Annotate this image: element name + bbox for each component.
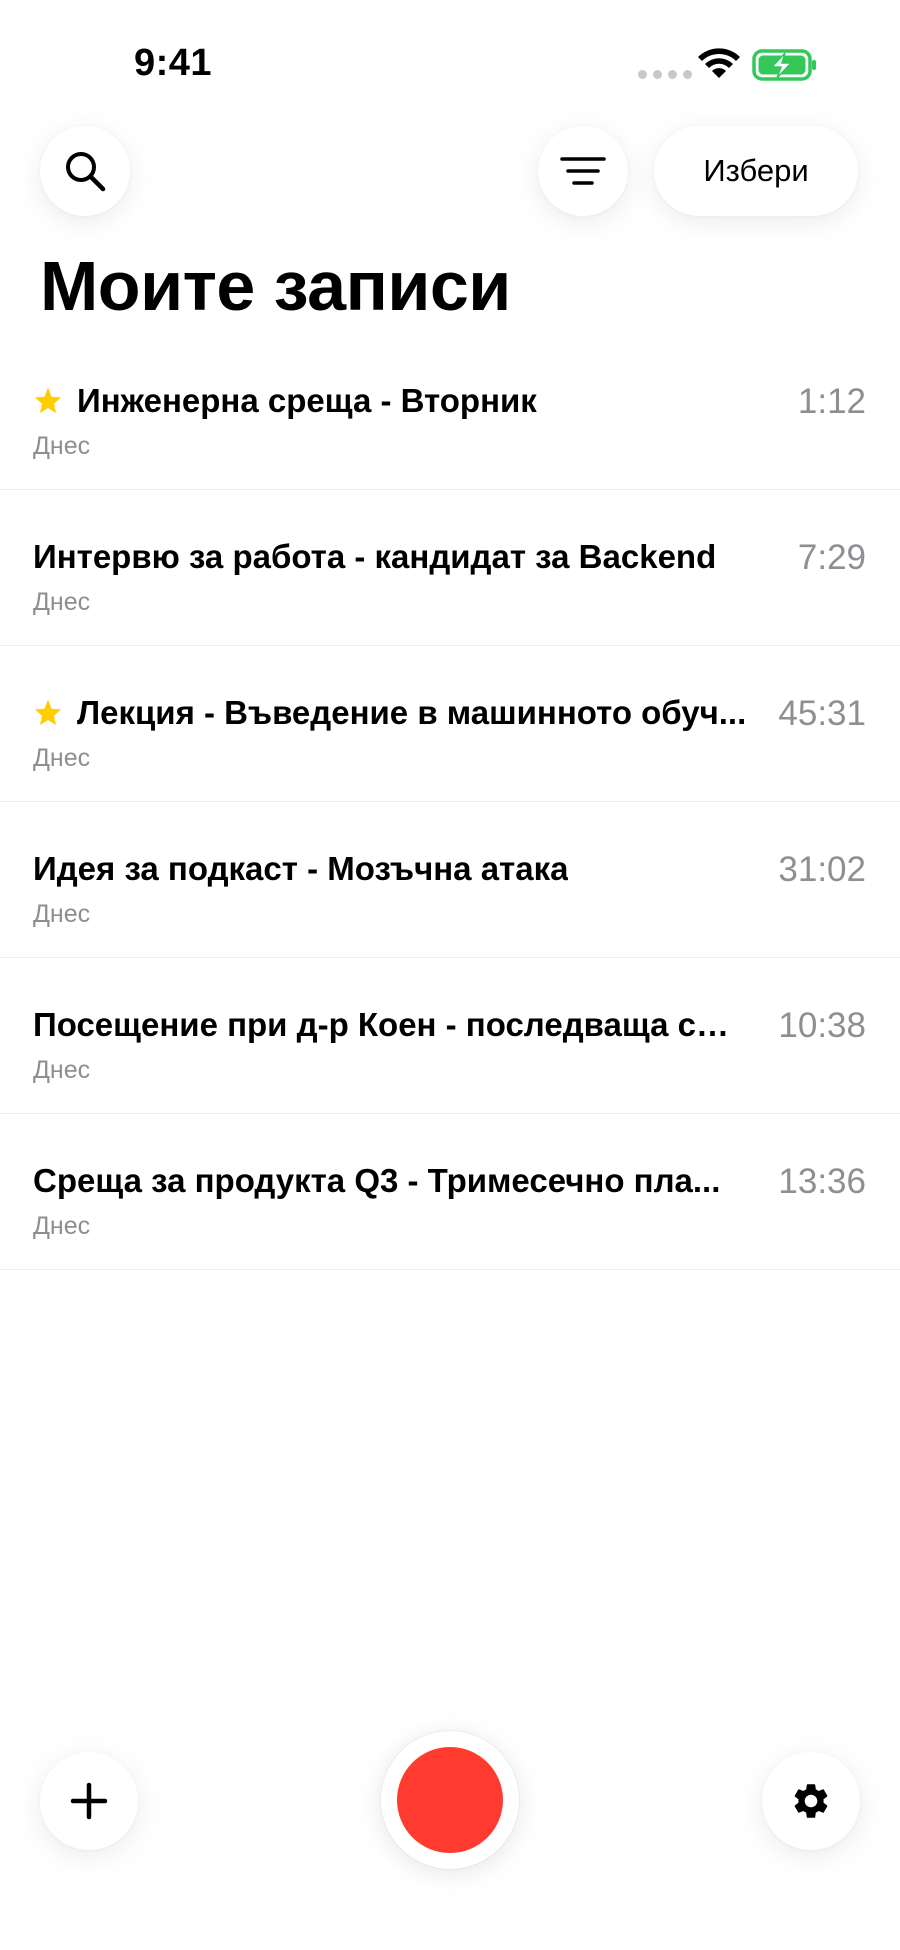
recording-title: Интервю за работа - кандидат за Backend [33,538,717,575]
recording-duration: 31:02 [778,850,866,889]
recording-date: Днес [33,744,91,772]
recording-duration: 1:12 [797,382,866,421]
filter-lines-icon [560,157,606,185]
recording-title: Идея за подкаст - Мозъчна атака [33,850,569,887]
recording-date: Днес [33,1056,91,1084]
recording-date: Днес [33,432,91,460]
recording-title-row: Идея за подкаст - Мозъчна атака [33,850,763,888]
recording-duration: 7:29 [797,538,866,577]
recording-title-row: Лекция - Въведение в машинното обуч... [33,694,763,732]
star-icon [34,387,62,413]
search-icon [66,152,106,192]
recording-title-row: Интервю за работа - кандидат за Backend [33,538,763,576]
signal-dots-icon [638,70,692,79]
settings-button[interactable] [762,1752,860,1850]
status-time: 9:41 [134,42,213,84]
add-button[interactable] [40,1752,138,1850]
recording-title-row: Инженерна среща - Вторник [33,382,763,420]
recording-date: Днес [33,1212,91,1240]
recording-item[interactable]: Идея за подкаст - Мозъчна атака Днес 31:… [0,802,900,958]
recording-title-row: Посещение при д-р Коен - последваща ср..… [33,1006,763,1044]
recording-duration: 45:31 [778,694,866,733]
recording-duration: 13:36 [778,1162,866,1201]
recording-item[interactable]: Среща за продукта Q3 - Тримесечно пла...… [0,1114,900,1270]
battery-charging-icon [752,49,816,81]
record-button[interactable] [381,1731,519,1869]
recording-title: Среща за продукта Q3 - Тримесечно пла... [33,1162,721,1199]
recording-title-row: Среща за продукта Q3 - Тримесечно пла... [33,1162,763,1200]
filter-button[interactable] [538,126,628,216]
recording-date: Днес [33,588,91,616]
record-icon [397,1747,503,1853]
recording-item[interactable]: Интервю за работа - кандидат за Backend … [0,490,900,646]
search-button[interactable] [40,126,130,216]
recording-item[interactable]: Инженерна среща - Вторник Днес 1:12 [0,334,900,490]
recordings-list: Инженерна среща - Вторник Днес 1:12 Инте… [0,334,900,1270]
recording-title: Инженерна среща - Вторник [77,382,537,419]
select-button[interactable]: Избери [654,126,858,216]
plus-icon [70,1782,108,1820]
wifi-icon [698,48,740,78]
recording-duration: 10:38 [778,1006,866,1045]
recording-title: Лекция - Въведение в машинното обуч... [77,694,747,731]
page-title: Моите записи [40,247,511,325]
recording-title: Посещение при д-р Коен - последваща ср..… [33,1006,743,1043]
recording-item[interactable]: Посещение при д-р Коен - последваща ср..… [0,958,900,1114]
recording-item[interactable]: Лекция - Въведение в машинното обуч... Д… [0,646,900,802]
star-icon [34,699,62,725]
status-bar: 9:41 [0,0,900,130]
recording-date: Днес [33,900,91,928]
gear-icon [794,1784,828,1818]
